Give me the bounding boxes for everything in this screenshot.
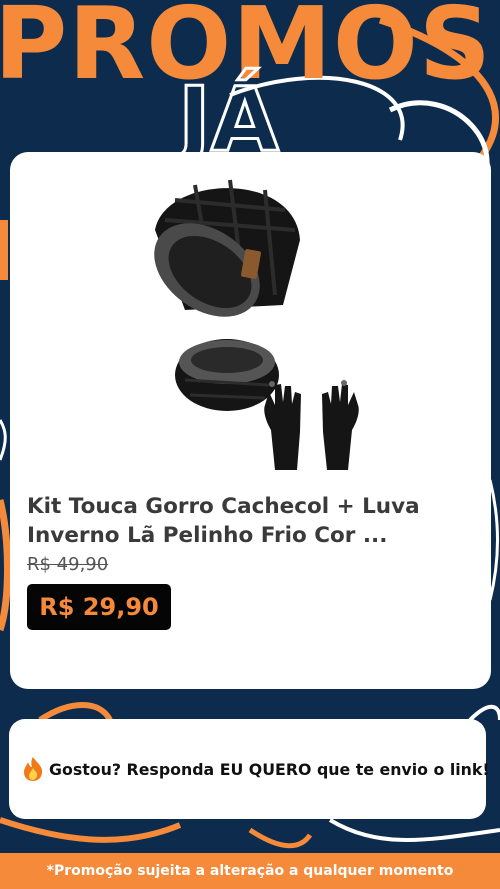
old-price: R$ 49,90 — [27, 554, 109, 575]
product-card[interactable]: Kit Touca Gorro Cachecol + Luva Inverno … — [10, 152, 491, 689]
cta-card: Gostou? Responda EU QUERO que te envio o… — [9, 719, 490, 819]
sale-price: R$ 29,90 — [39, 593, 159, 621]
price-tag: R$ 29,90 — [27, 584, 171, 630]
cta-text: Gostou? Responda EU QUERO que te envio o… — [49, 759, 490, 779]
footer-disclaimer: *Promoção sujeita a alteração a qualquer… — [46, 863, 454, 879]
product-title[interactable]: Kit Touca Gorro Cachecol + Luva Inverno … — [27, 492, 467, 550]
promo-subhead: JÁ — [177, 68, 281, 171]
fire-icon — [24, 757, 43, 781]
footer-bar: *Promoção sujeita a alteração a qualquer… — [0, 853, 500, 889]
product-image[interactable] — [135, 170, 375, 480]
